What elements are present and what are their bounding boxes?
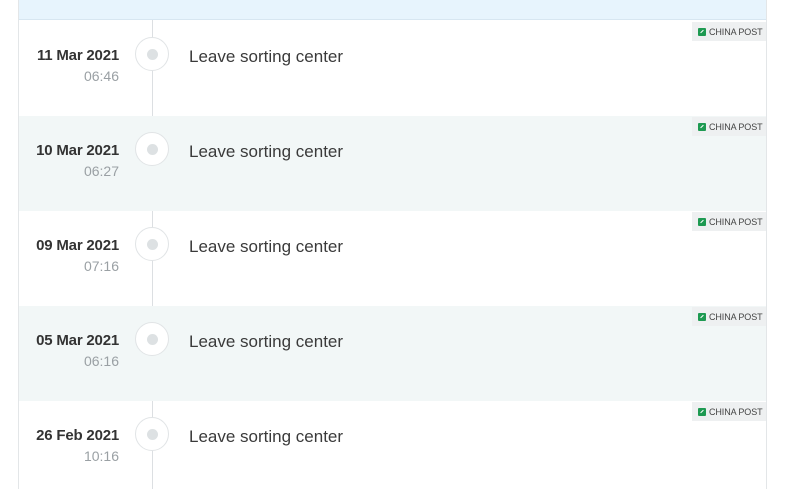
event-description: Leave sorting center [189,427,344,446]
event-date: 10 Mar 2021 [36,142,119,159]
tracking-timeline: 11 Mar 2021 06:46 Leave sorting center C… [18,0,767,489]
carrier-label: CHINA POST [709,121,763,132]
tracking-event: 05 Mar 2021 06:16 Leave sorting center C… [19,306,766,401]
china-post-logo-icon [698,122,706,131]
carrier-badge: CHINA POST [692,402,766,421]
china-post-logo-icon [698,407,706,416]
carrier-badge: CHINA POST [692,117,766,136]
china-post-logo-icon [698,217,706,226]
carrier-badge: CHINA POST [692,212,766,231]
event-time: 07:16 [83,258,119,274]
timeline-dot-icon [135,132,169,166]
event-description: Leave sorting center [189,237,344,256]
timeline-dot-icon [135,37,169,71]
china-post-logo-icon [698,27,706,36]
event-time: 06:46 [83,68,119,84]
carrier-label: CHINA POST [709,216,763,227]
event-date: 26 Feb 2021 [36,427,119,444]
tracking-event: 26 Feb 2021 10:16 Leave sorting center C… [19,401,766,489]
tracking-event: 11 Mar 2021 06:46 Leave sorting center C… [19,21,766,116]
event-date: 11 Mar 2021 [36,47,119,64]
carrier-label: CHINA POST [709,311,763,322]
carrier-label: CHINA POST [709,26,763,37]
event-time: 10:16 [83,448,119,464]
event-date: 05 Mar 2021 [36,332,119,349]
timeline-dot-icon [135,322,169,356]
timeline-dot-icon [135,417,169,451]
timeline-header-band [19,0,766,20]
event-description: Leave sorting center [189,47,344,66]
carrier-badge: CHINA POST [692,22,766,41]
tracking-event: 09 Mar 2021 07:16 Leave sorting center C… [19,211,766,306]
tracking-event: 10 Mar 2021 06:27 Leave sorting center C… [19,116,766,211]
china-post-logo-icon [698,312,706,321]
carrier-badge: CHINA POST [692,307,766,326]
event-date: 09 Mar 2021 [36,237,119,254]
tracking-events-list: 11 Mar 2021 06:46 Leave sorting center C… [19,21,766,489]
carrier-label: CHINA POST [709,406,763,417]
timeline-dot-icon [135,227,169,261]
event-description: Leave sorting center [189,142,344,161]
event-time: 06:27 [83,163,119,179]
event-time: 06:16 [83,353,119,369]
event-description: Leave sorting center [189,332,344,351]
